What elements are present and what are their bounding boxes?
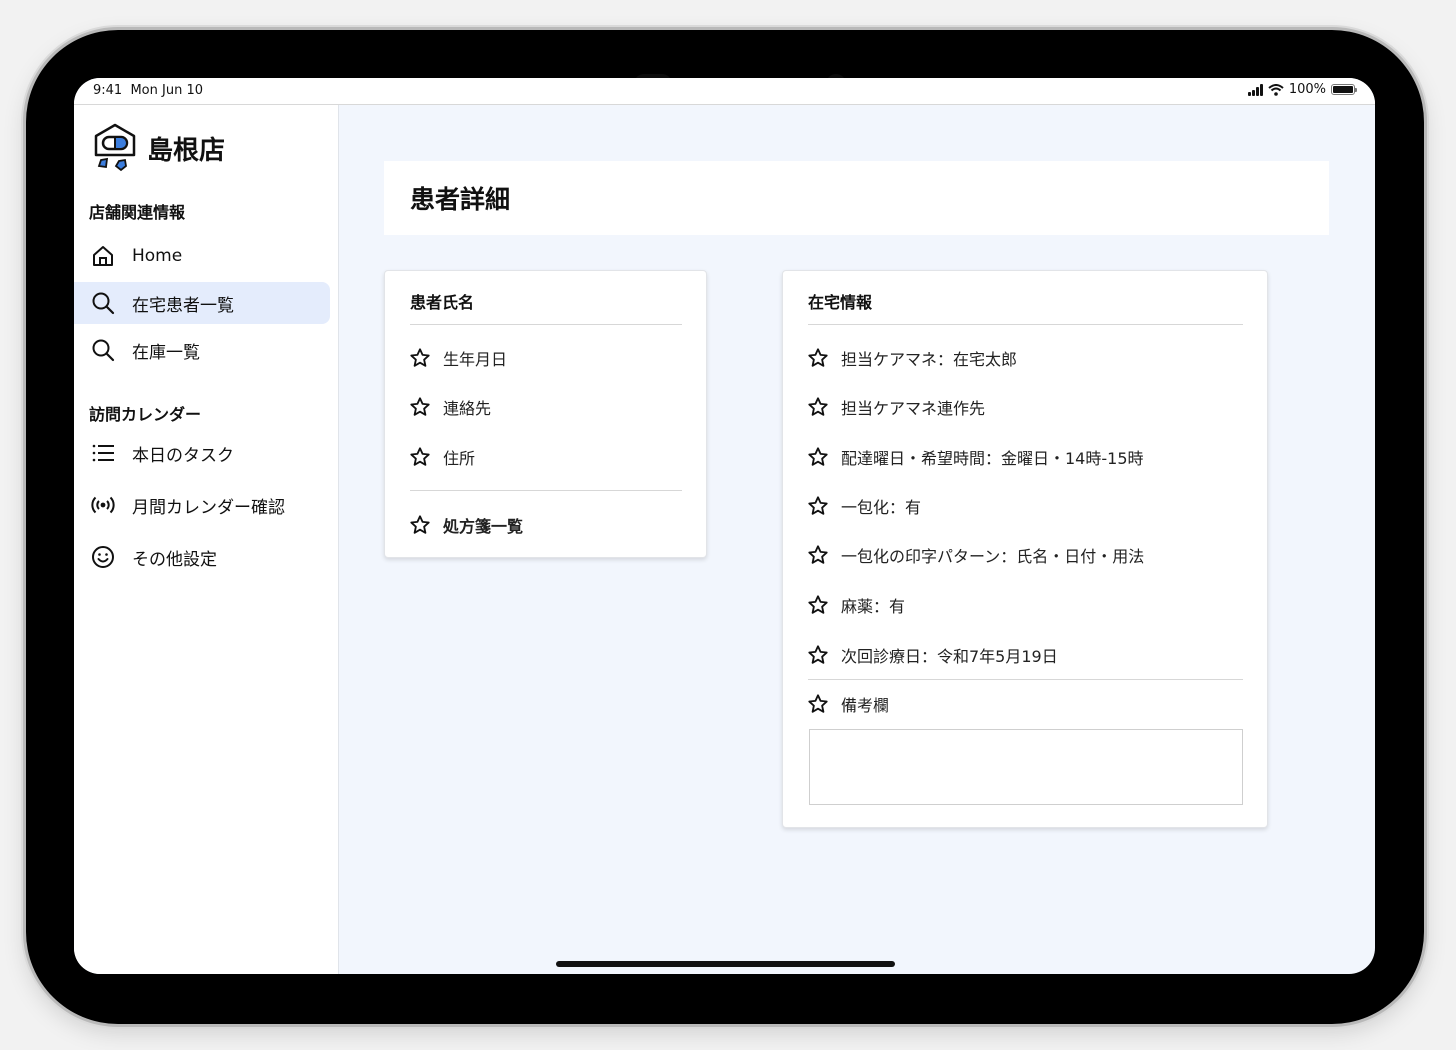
row-label: 処方箋一覧 [443,517,524,536]
page-header: 患者詳細 [384,161,1329,235]
list-item-address[interactable]: 住所 [409,445,475,469]
row-label: 麻薬：有 [841,597,906,616]
sidebar-item-home-patients[interactable]: 在宅患者一覧 [74,282,330,324]
sidebar-item-label: 在宅患者一覧 [132,295,234,316]
star-icon [409,347,431,369]
list-item-narcotics[interactable]: 麻薬：有 [807,593,905,617]
star-icon [807,693,829,715]
sidebar-item-label: 本日のタスク [132,445,234,466]
cellular-signal-icon [1247,83,1263,96]
remarks-textarea[interactable] [809,729,1243,805]
sidebar-item-label: Home [132,246,183,266]
patient-name-label: 患者氏名 [410,293,475,312]
screen: 9:41 Mon Jun 10 100% 島根店 店舗関連情報 Home 在宅患… [74,78,1375,974]
list-item-print-pattern[interactable]: 一包化の印字パターン：氏名・日付・用法 [807,543,1144,567]
list-icon [90,440,116,466]
battery-icon [1331,84,1357,95]
star-icon [807,495,829,517]
sidebar-item-label: その他設定 [132,549,217,570]
star-icon [409,514,431,536]
remarks-label: 備考欄 [807,692,889,716]
search-icon [90,337,116,363]
sidebar-item-home[interactable]: Home [74,235,330,277]
home-icon [90,243,116,269]
main-content: 患者詳細 患者氏名 生年月日 連絡先 住所 処方箋一覧 在宅情報 担当ケアマネ：… [339,105,1375,974]
row-label: 生年月日 [443,350,508,369]
star-icon [807,446,829,468]
star-icon [807,644,829,666]
list-item-care-manager[interactable]: 担当ケアマネ：在宅太郎 [807,346,1017,370]
list-item-next-visit[interactable]: 次回診療日：令和7年5月19日 [807,643,1058,667]
row-label: 担当ケアマネ連作先 [841,399,986,418]
divider [808,679,1243,680]
row-label: 一包化：有 [841,498,922,517]
sidebar-item-monthly-calendar[interactable]: 月間カレンダー確認 [74,484,330,526]
list-item-delivery-schedule[interactable]: 配達曜日・希望時間：金曜日・14時-15時 [807,445,1144,469]
divider [410,324,682,325]
time-text: 9:41 [93,83,123,98]
row-label: 住所 [443,449,476,468]
patient-card: 患者氏名 生年月日 連絡先 住所 処方箋一覧 [384,270,707,558]
search-icon [90,290,116,316]
sidebar-item-other-settings[interactable]: その他設定 [74,536,330,578]
pharmacy-logo-icon [94,123,136,172]
section-label-store: 店舗関連情報 [89,203,186,222]
row-label: 一包化の印字パターン：氏名・日付・用法 [841,547,1145,566]
brand: 島根店 [92,122,225,174]
date-text: Mon Jun 10 [130,83,203,98]
smiley-icon [90,544,116,570]
sidebar-item-inventory[interactable]: 在庫一覧 [74,329,330,371]
list-item-care-manager-contact[interactable]: 担当ケアマネ連作先 [807,395,985,419]
divider [808,324,1243,325]
sidebar-item-label: 月間カレンダー確認 [132,497,285,518]
star-icon [807,396,829,418]
sidebar-item-today-tasks[interactable]: 本日のタスク [74,432,330,474]
star-icon [409,396,431,418]
sidebar: 島根店 店舗関連情報 Home 在宅患者一覧 在庫一覧 訪問カレンダー 本日のタ… [74,105,339,974]
store-name: 島根店 [147,135,226,166]
home-info-title: 在宅情報 [808,293,873,312]
list-item-unit-dose[interactable]: 一包化：有 [807,494,921,518]
status-time: 9:41 Mon Jun 10 [93,83,203,98]
divider [410,490,682,491]
star-icon [807,594,829,616]
status-indicators: 100% [1247,82,1357,97]
battery-percent: 100% [1288,82,1326,97]
broadcast-icon [90,492,116,518]
star-icon [807,347,829,369]
page-title: 患者詳細 [410,185,511,214]
row-label: 次回診療日：令和7年5月19日 [841,647,1058,666]
star-icon [807,544,829,566]
list-item-birthdate[interactable]: 生年月日 [409,346,507,370]
row-label: 備考欄 [841,696,890,715]
section-label-calendar: 訪問カレンダー [89,405,202,424]
list-item-contact[interactable]: 連絡先 [409,395,491,419]
home-indicator[interactable] [556,961,895,967]
prescription-list-link[interactable]: 処方箋一覧 [409,513,523,537]
row-label: 配達曜日・希望時間：金曜日・14時-15時 [841,449,1144,468]
status-bar: 9:41 Mon Jun 10 100% [74,78,1375,105]
row-label: 担当ケアマネ：在宅太郎 [841,350,1018,369]
row-label: 連絡先 [443,399,492,418]
home-info-card: 在宅情報 担当ケアマネ：在宅太郎 担当ケアマネ連作先 配達曜日・希望時間：金曜日… [782,270,1268,828]
star-icon [409,446,431,468]
sidebar-item-label: 在庫一覧 [132,342,200,363]
wifi-icon [1268,83,1284,96]
